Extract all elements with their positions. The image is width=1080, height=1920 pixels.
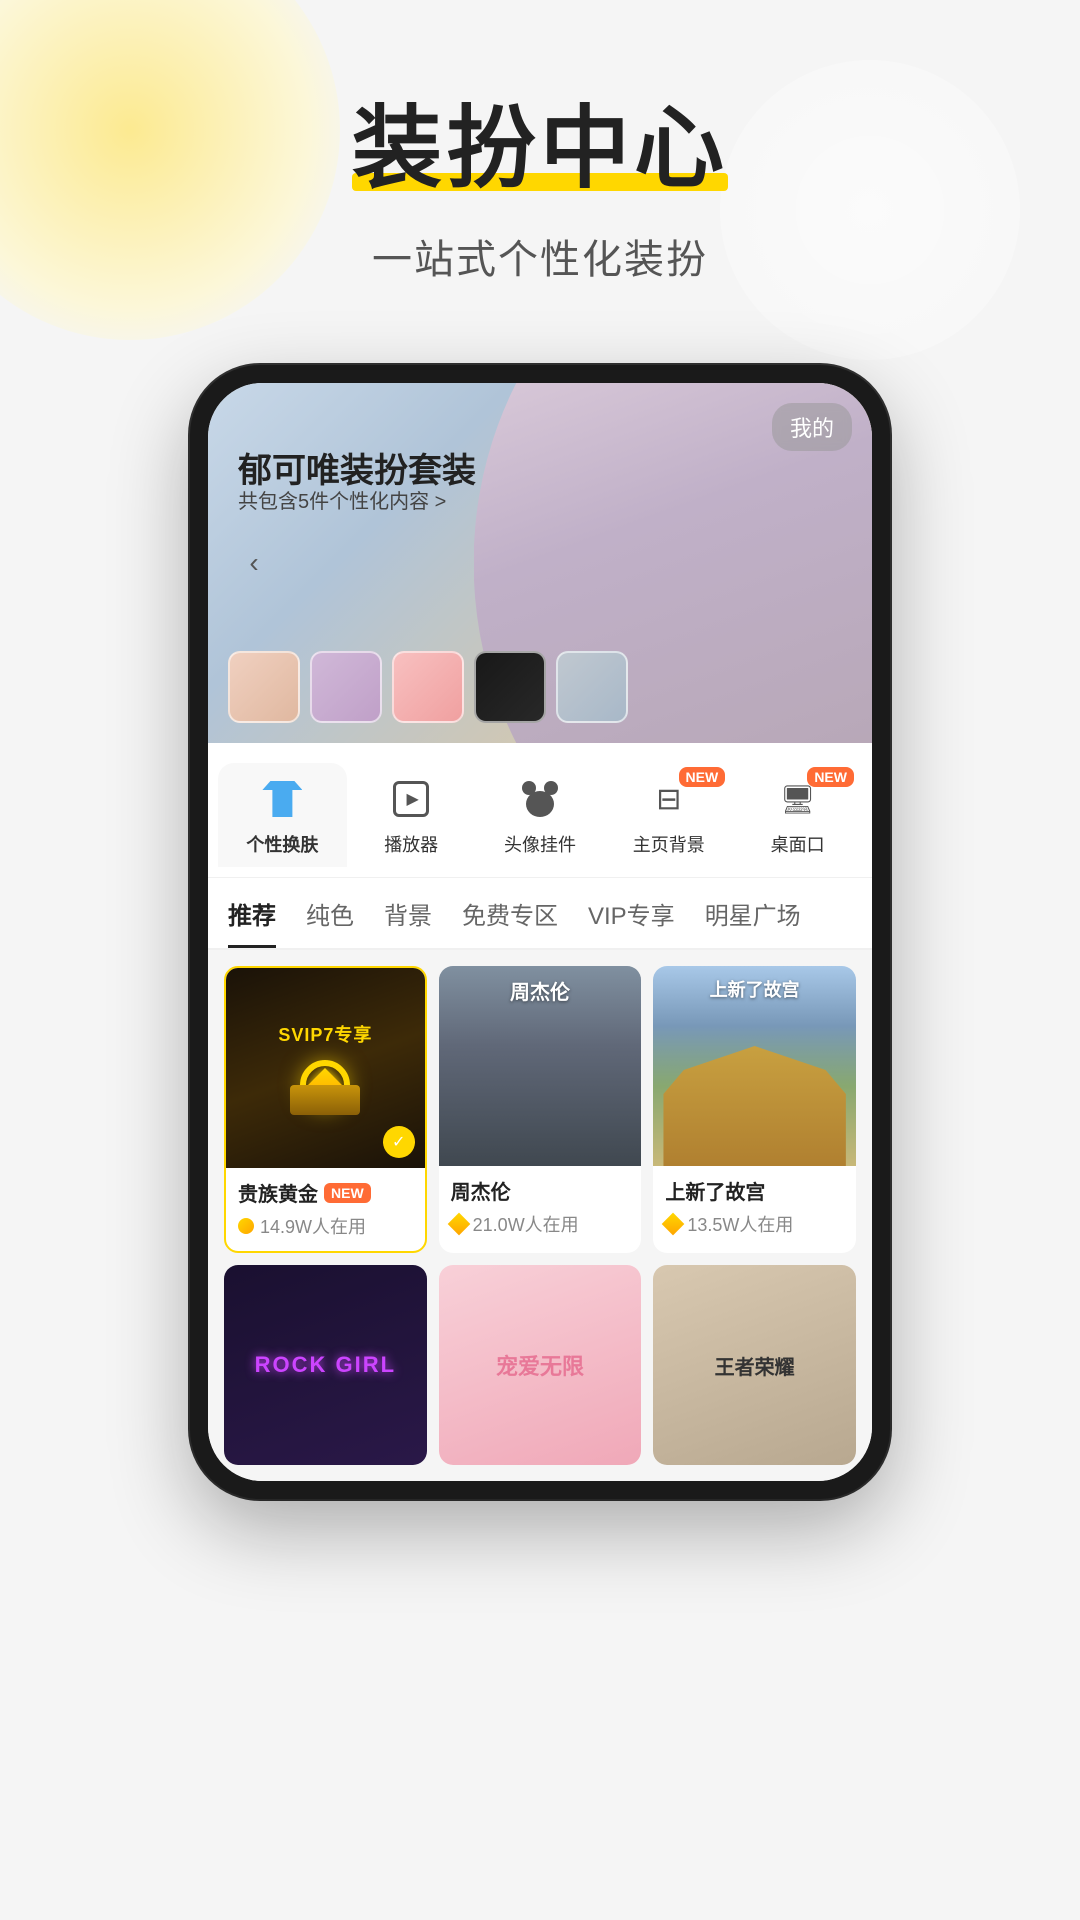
rock-label: ROCK GIRL <box>255 1352 396 1378</box>
gugong-building <box>653 1046 856 1166</box>
skin-image-wang: 王者荣耀 <box>653 1265 856 1465</box>
mickey-icon <box>514 773 566 825</box>
skin-card-svip[interactable]: SVIP7专享 ✓ 贵族黄金 NEW <box>224 966 427 1253</box>
coin-icon <box>238 1218 254 1234</box>
page-subtitle: 一站式个性化装扮 <box>0 227 1080 285</box>
jay-label: 周杰伦 <box>510 976 570 1005</box>
svip-crown <box>285 1055 365 1115</box>
wang-label: 王者荣耀 <box>715 1351 795 1380</box>
skin-card-rock[interactable]: ROCK GIRL <box>224 1265 427 1465</box>
skin-card-pet[interactable]: 宠爱无限 <box>439 1265 642 1465</box>
skin-name-svip: 贵族黄金 <box>238 1178 318 1207</box>
diamond-icon-gugong <box>662 1213 685 1236</box>
skin-card-info-jay: 周杰伦 21.0W人在用 <box>439 1166 642 1249</box>
filter-free[interactable]: 免费专区 <box>462 896 558 948</box>
content-grid: SVIP7专享 ✓ 贵族黄金 NEW <box>208 950 872 1481</box>
shirt-icon <box>256 773 308 825</box>
back-button[interactable]: ‹ <box>232 541 276 585</box>
hero-thumb-4[interactable] <box>474 651 546 723</box>
cat-label-skin: 个性换肤 <box>246 831 318 857</box>
skin-name-row-gugong: 上新了故宫 <box>665 1176 844 1205</box>
cat-tab-avatar[interactable]: 头像挂件 <box>476 763 605 867</box>
skin-image-rock: ROCK GIRL <box>224 1265 427 1465</box>
hero-thumb-2[interactable] <box>310 651 382 723</box>
my-button[interactable]: 我的 <box>772 403 852 451</box>
gugong-label: 上新了故宫 <box>710 976 800 1002</box>
check-badge: ✓ <box>383 1126 415 1158</box>
cat-tab-player[interactable]: 播放器 <box>347 763 476 867</box>
user-count-jay: 21.0W人在用 <box>473 1211 579 1237</box>
cat-label-avatar: 头像挂件 <box>504 831 576 857</box>
skin-users-gugong: 13.5W人在用 <box>665 1211 844 1237</box>
skin-name-jay: 周杰伦 <box>451 1176 511 1205</box>
cat-label-desktop: 桌面口 <box>771 831 825 857</box>
skin-image-gugong: 上新了故宫 <box>653 966 856 1166</box>
hero-thumb-5[interactable] <box>556 651 628 723</box>
header-section: 装扮中心 一站式个性化装扮 <box>0 0 1080 325</box>
phone-container: ‹ 我的 郁可唯装扮套装 共包含5件个性化内容 > 个 <box>0 365 1080 1499</box>
skin-name-gugong: 上新了故宫 <box>665 1176 765 1205</box>
filter-star[interactable]: 明星广场 <box>705 896 801 948</box>
new-badge-homebg: NEW <box>679 767 726 787</box>
cat-label-homebg: 主页背景 <box>633 831 705 857</box>
skin-name-row-jay: 周杰伦 <box>451 1176 630 1205</box>
skin-image-svip: SVIP7专享 ✓ <box>226 968 425 1168</box>
page-title: 装扮中心 <box>352 100 728 199</box>
cat-label-player: 播放器 <box>384 831 438 857</box>
filter-recommend[interactable]: 推荐 <box>228 896 276 948</box>
skin-card-gugong[interactable]: 上新了故宫 上新了故宫 13.5W人在用 <box>653 966 856 1253</box>
skin-card-info-svip: 贵族黄金 NEW 14.9W人在用 <box>226 1168 425 1251</box>
filter-vip[interactable]: VIP专享 <box>588 896 675 948</box>
cat-tab-skin[interactable]: 个性换肤 <box>218 763 347 867</box>
skin-image-jay: 周杰伦 <box>439 966 642 1166</box>
user-count-gugong: 13.5W人在用 <box>687 1211 793 1237</box>
svip-label: SVIP7专享 <box>278 1021 372 1047</box>
new-badge-desktop: NEW <box>807 767 854 787</box>
hero-thumb-3[interactable] <box>392 651 464 723</box>
skin-image-pet: 宠爱无限 <box>439 1265 642 1465</box>
pet-label: 宠爱无限 <box>496 1349 584 1381</box>
player-icon <box>385 773 437 825</box>
hero-subtitle: 共包含5件个性化内容 > <box>238 485 446 514</box>
hero-banner: ‹ 我的 郁可唯装扮套装 共包含5件个性化内容 > <box>208 383 872 743</box>
phone-frame: ‹ 我的 郁可唯装扮套装 共包含5件个性化内容 > 个 <box>190 365 890 1499</box>
category-tabs: 个性换肤 播放器 头像挂件 NEW <box>208 743 872 878</box>
hero-thumb-1[interactable] <box>228 651 300 723</box>
diamond-icon-jay <box>447 1213 470 1236</box>
skin-card-wang[interactable]: 王者荣耀 <box>653 1265 856 1465</box>
skin-users-svip: 14.9W人在用 <box>238 1213 413 1239</box>
cat-tab-desktop[interactable]: NEW 🖥 桌面口 <box>733 763 862 867</box>
skin-name-row-svip: 贵族黄金 NEW <box>238 1178 413 1207</box>
skin-card-info-gugong: 上新了故宫 13.5W人在用 <box>653 1166 856 1249</box>
skin-users-jay: 21.0W人在用 <box>451 1211 630 1237</box>
filter-background[interactable]: 背景 <box>384 896 432 948</box>
user-count-svip: 14.9W人在用 <box>260 1213 366 1239</box>
phone-screen: ‹ 我的 郁可唯装扮套装 共包含5件个性化内容 > 个 <box>208 383 872 1481</box>
filter-solid[interactable]: 纯色 <box>306 896 354 948</box>
cat-tab-homebg[interactable]: NEW ⊟ 主页背景 <box>604 763 733 867</box>
hero-thumbnails <box>228 651 628 723</box>
filter-tabs: 推荐 纯色 背景 免费专区 VIP专享 明星广场 <box>208 878 872 950</box>
skin-card-jay[interactable]: 周杰伦 周杰伦 21.0W人在用 <box>439 966 642 1253</box>
new-tag-svip: NEW <box>324 1183 371 1203</box>
